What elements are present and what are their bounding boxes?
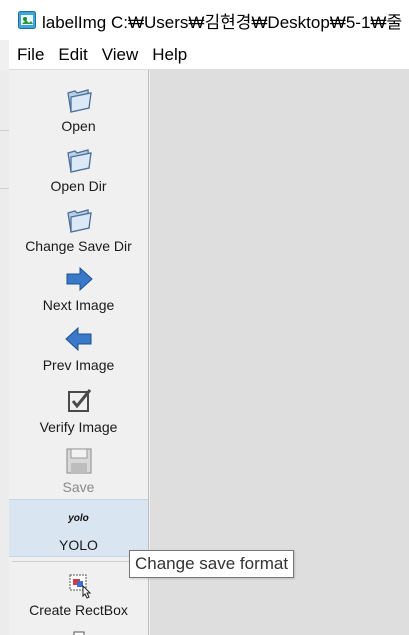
- rectbox-icon: [63, 568, 95, 600]
- yolo-icon-text: yolo: [68, 513, 89, 524]
- verify-image-button[interactable]: Verify Image: [9, 385, 148, 435]
- open-dir-label: Open Dir: [50, 178, 107, 194]
- next-tool-button[interactable]: [9, 628, 148, 635]
- yolo-label: YOLO: [59, 537, 98, 553]
- folder-icon: [63, 204, 95, 236]
- checkbox-icon: [63, 385, 95, 417]
- menu-file[interactable]: File: [17, 45, 44, 65]
- save-label: Save: [62, 479, 95, 495]
- partial-tool-icon: [63, 628, 95, 635]
- title-bar: labelImg C:₩Users₩김현경₩Desktop₩5-1₩줄: [0, 0, 409, 40]
- toolbar-separator: [12, 561, 145, 562]
- open-dir-button[interactable]: Open Dir: [9, 144, 148, 194]
- create-rectbox-button[interactable]: Create RectBox: [9, 568, 148, 618]
- yolo-icon: yolo: [63, 503, 95, 535]
- folder-icon: [63, 144, 95, 176]
- tool-bar: Open Open Dir Change Save Dir Next Image: [9, 70, 149, 635]
- open-button[interactable]: Open: [9, 84, 148, 134]
- prev-image-button[interactable]: Prev Image: [9, 323, 148, 373]
- floppy-disk-icon: [63, 445, 95, 477]
- window-title: labelImg C:₩Users₩김현경₩Desktop₩5-1₩줄: [42, 12, 403, 32]
- menu-bar: File Edit View Help: [9, 40, 409, 70]
- labelimg-app-icon: [18, 11, 36, 29]
- create-rectbox-label: Create RectBox: [29, 602, 128, 618]
- edge-divider: [0, 188, 9, 189]
- menu-view[interactable]: View: [102, 45, 139, 65]
- edge-divider: [0, 130, 9, 131]
- arrow-right-icon: [63, 263, 95, 295]
- verify-image-label: Verify Image: [39, 419, 118, 435]
- left-window-edge: [0, 70, 9, 635]
- change-save-dir-button[interactable]: Change Save Dir: [9, 204, 148, 254]
- save-button[interactable]: Save: [9, 445, 148, 495]
- folder-icon: [63, 84, 95, 116]
- tooltip: Change save format: [129, 550, 295, 578]
- next-image-button[interactable]: Next Image: [9, 263, 148, 313]
- change-save-dir-label: Change Save Dir: [25, 238, 132, 254]
- open-label: Open: [61, 118, 96, 134]
- next-image-label: Next Image: [42, 297, 115, 313]
- menu-edit[interactable]: Edit: [58, 45, 87, 65]
- yolo-format-button[interactable]: yolo YOLO: [9, 499, 148, 557]
- arrow-left-icon: [63, 323, 95, 355]
- prev-image-label: Prev Image: [42, 357, 115, 373]
- menu-help[interactable]: Help: [152, 45, 187, 65]
